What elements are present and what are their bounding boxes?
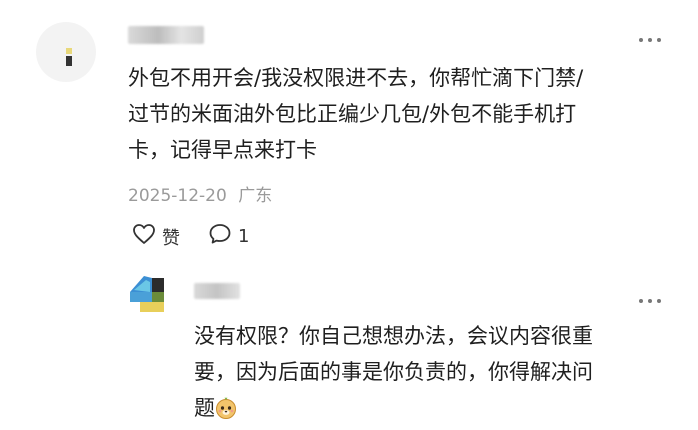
reply-username-blurred[interactable] <box>194 283 240 299</box>
comment-text: 外包不用开会/我没权限进不去，你帮忙滴下门禁/ 过节的米面油外包比正编少几包/外… <box>128 60 583 168</box>
comment-line: 外包不用开会/我没权限进不去，你帮忙滴下门禁/ <box>128 66 584 90</box>
reply-line: 题 <box>194 390 593 426</box>
avatar[interactable] <box>36 22 96 82</box>
reply-avatar[interactable] <box>128 270 168 314</box>
reply-more-icon[interactable] <box>638 291 662 309</box>
doge-emoji-icon <box>215 394 237 419</box>
reply-text: 没有权限？你自己想想办法，会议内容很重 要，因为后面的事是你负责的，你得解决问 … <box>194 318 593 426</box>
comment-line: 过节的米面油外包比正编少几包/外包不能手机打 <box>128 102 577 126</box>
avatar-pixel-1 <box>66 48 72 54</box>
reply-line: 要，因为后面的事是你负责的，你得解决问 <box>194 360 593 384</box>
reply-line: 没有权限？你自己想想办法，会议内容很重 <box>194 324 593 348</box>
comment-bubble-icon <box>208 223 232 250</box>
avatar-pixel-2 <box>66 56 72 66</box>
like-label: 赞 <box>162 227 180 249</box>
comment-line: 卡，记得早点来打卡 <box>128 138 317 162</box>
like-button[interactable]: 赞 <box>132 223 180 250</box>
username-blurred[interactable] <box>128 26 204 44</box>
heart-icon <box>132 223 156 250</box>
reply-line-text: 题 <box>194 396 215 420</box>
more-icon[interactable] <box>638 30 662 48</box>
comment-location: 广东 <box>238 186 273 206</box>
reply-button[interactable]: 1 <box>208 223 249 250</box>
comment-meta: 2025-12-20 广东 <box>128 181 272 206</box>
reply-count: 1 <box>238 226 250 247</box>
comment-date: 2025-12-20 <box>128 186 227 206</box>
